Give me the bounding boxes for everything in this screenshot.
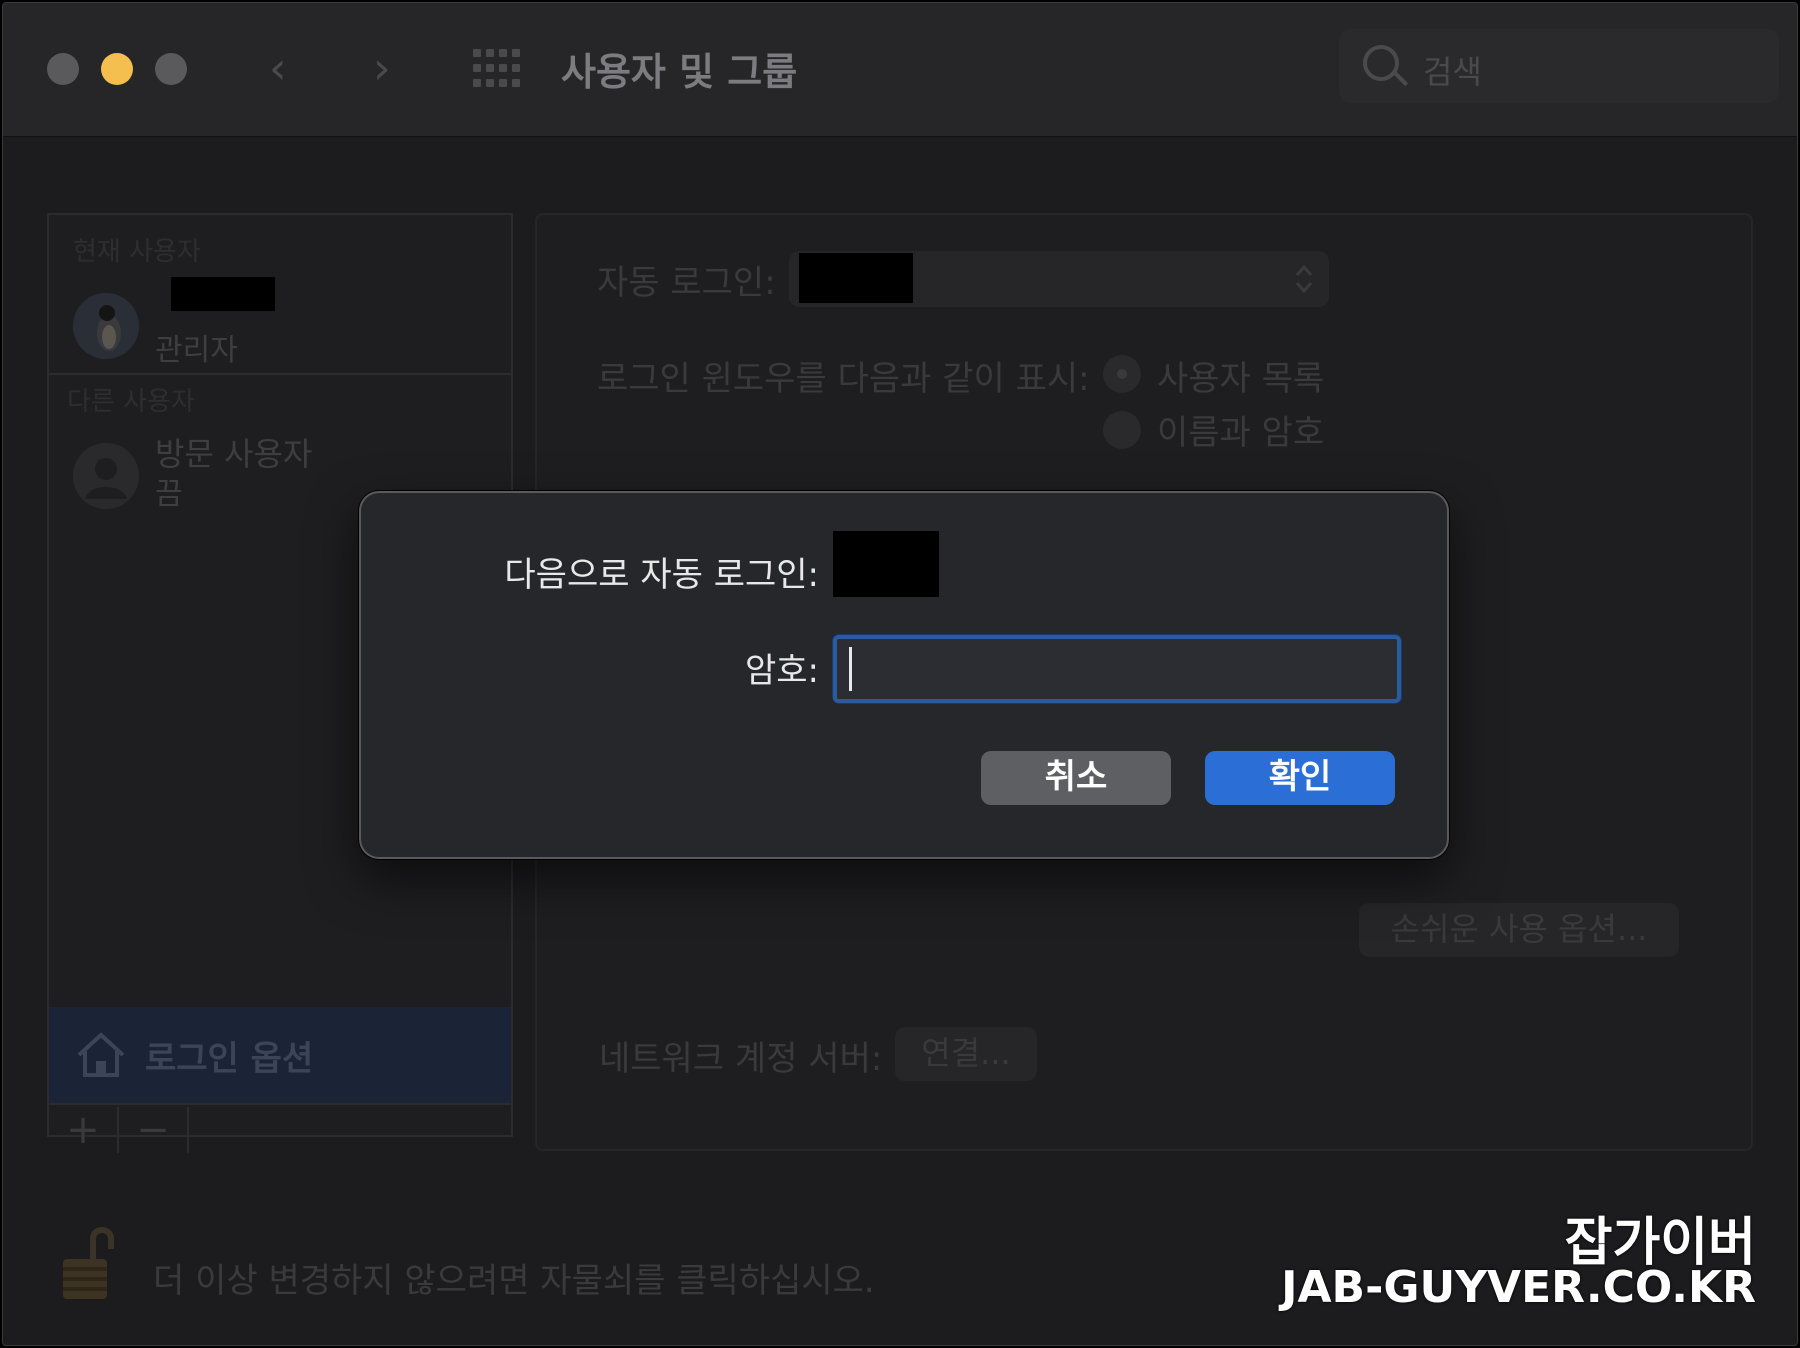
redacted-dialog-username [833,531,939,597]
search-field[interactable]: 검색 [1339,29,1779,103]
updown-chevron-icon [1295,264,1313,294]
search-placeholder: 검색 [1423,53,1482,91]
auto-login-label: 자동 로그인: [597,263,776,303]
current-user-role: 관리자 [155,333,238,368]
unlocked-padlock-icon[interactable] [61,1219,115,1303]
remove-user-button[interactable]: − [119,1107,189,1153]
other-users-heading: 다른 사용자 [67,387,195,417]
text-caret [849,647,852,691]
watermark-url: JAB-GUYVER.CO.KR [1281,1262,1756,1313]
radio-name-password-label: 이름과 암호 [1157,413,1325,453]
guest-avatar[interactable] [73,443,139,509]
search-icon [1363,45,1399,81]
accessibility-options-button[interactable]: 손쉬운 사용 옵션... [1359,903,1679,957]
redacted-username [171,277,275,311]
user-avatar[interactable] [73,293,139,359]
sidebar-footer: + − [49,1103,511,1153]
password-field[interactable] [833,635,1401,703]
login-window-label: 로그인 윈도우를 다음과 같이 표시: [597,359,1090,399]
current-users-heading: 현재 사용자 [73,237,201,267]
auto-login-password-dialog: 다음으로 자동 로그인: 암호: 취소 확인 [359,491,1449,859]
radio-user-list-label: 사용자 목록 [1157,359,1325,399]
back-chevron-icon[interactable]: ‹ [269,43,287,94]
forward-chevron-icon[interactable]: › [373,43,391,94]
connect-button[interactable]: 연결... [895,1027,1037,1081]
redacted-auto-login-user [799,253,913,303]
ok-button[interactable]: 확인 [1205,751,1395,805]
password-label: 암호: [744,651,819,691]
auto-login-as-label: 다음으로 자동 로그인: [504,555,819,595]
cancel-button[interactable]: 취소 [981,751,1171,805]
lock-hint-text: 더 이상 변경하지 않으려면 자물쇠를 클릭하십시오. [153,1261,875,1301]
sidebar-divider [49,373,511,375]
radio-name-password[interactable] [1103,411,1141,449]
auto-login-popup[interactable] [789,251,1329,307]
guest-user-status: 끔 [155,477,183,512]
close-window-button[interactable] [47,53,79,85]
zoom-window-button[interactable] [155,53,187,85]
login-options-item[interactable]: 로그인 옵션 [49,1007,511,1103]
network-server-label: 네트워크 계정 서버: [599,1039,883,1079]
person-icon [73,443,139,509]
radio-user-list[interactable] [1103,355,1141,393]
window-title: 사용자 및 그룹 [561,50,798,94]
house-icon [77,1032,125,1077]
minimize-window-button[interactable] [101,53,133,85]
title-bar: ‹ › 사용자 및 그룹 검색 [3,3,1797,137]
login-options-label: 로그인 옵션 [145,1039,314,1079]
show-all-grid-icon[interactable] [473,49,521,89]
add-user-button[interactable]: + [49,1107,119,1153]
system-preferences-window: ‹ › 사용자 및 그룹 검색 현재 사용자 관리자 다른 사용자 방문 사용자… [2,2,1798,1346]
penguin-avatar-icon [73,293,139,359]
